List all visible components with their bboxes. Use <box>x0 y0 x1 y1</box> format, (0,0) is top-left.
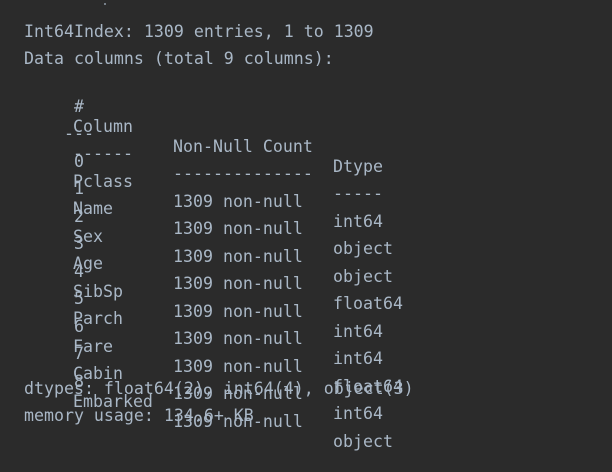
row-dtype: object <box>333 239 393 258</box>
table-row: 6 Fare 1309 non-null float64 <box>24 297 403 396</box>
row-dtype: int64 <box>333 349 383 368</box>
header-nonnull: Non-Null Count <box>173 137 313 156</box>
scroll-artifact-dot <box>104 3 106 5</box>
table-row: 1 Name 1309 non-null object <box>24 159 393 258</box>
row-dtype: int64 <box>333 322 383 341</box>
index-line: Int64Index: 1309 entries, 1 to 1309 <box>24 22 374 41</box>
row-nonnull: 1309 non-null <box>173 192 303 211</box>
row-nonnull: 1309 non-null <box>173 219 303 238</box>
table-row: 0 Pclass 1309 non-null int64 <box>24 132 383 231</box>
row-dtype: object <box>333 267 393 286</box>
table-row: 4 SibSp 1309 non-null int64 <box>24 242 383 341</box>
row-dtype: float64 <box>333 294 403 313</box>
dtypes-line: dtypes: float64(2), int64(4), object(3) <box>24 379 414 398</box>
table-row: 7 Cabin 1309 non-null int64 <box>24 324 383 423</box>
separator-nonnull: -------------- <box>173 164 313 183</box>
row-nonnull: 1309 non-null <box>173 329 303 348</box>
memory-line: memory usage: 134.6+ KB <box>24 406 254 425</box>
row-nonnull: 1309 non-null <box>173 357 303 376</box>
header-dtype: Dtype <box>333 157 383 176</box>
row-dtype: int64 <box>333 404 383 423</box>
table-row: 2 Sex 1309 non-null object <box>24 187 393 286</box>
table-separator: --- ------ -------------- ----- <box>24 104 383 203</box>
row-nonnull: 1309 non-null <box>173 274 303 293</box>
table-row: 3 Age 1309 non-null float64 <box>24 214 403 313</box>
row-nonnull: 1309 non-null <box>173 247 303 266</box>
separator-dtype: ----- <box>333 184 383 203</box>
table-header: # Column Non-Null Count Dtype <box>24 77 383 176</box>
columns-line: Data columns (total 9 columns): <box>24 49 334 68</box>
table-row: 8 Embarked 1309 non-null object <box>24 352 393 451</box>
row-dtype: int64 <box>333 212 383 231</box>
table-row: 5 Parch 1309 non-null int64 <box>24 269 383 368</box>
console-output: Int64Index: 1309 entries, 1 to 1309 Data… <box>0 0 612 451</box>
row-dtype: object <box>333 432 393 451</box>
row-nonnull: 1309 non-null <box>173 302 303 321</box>
